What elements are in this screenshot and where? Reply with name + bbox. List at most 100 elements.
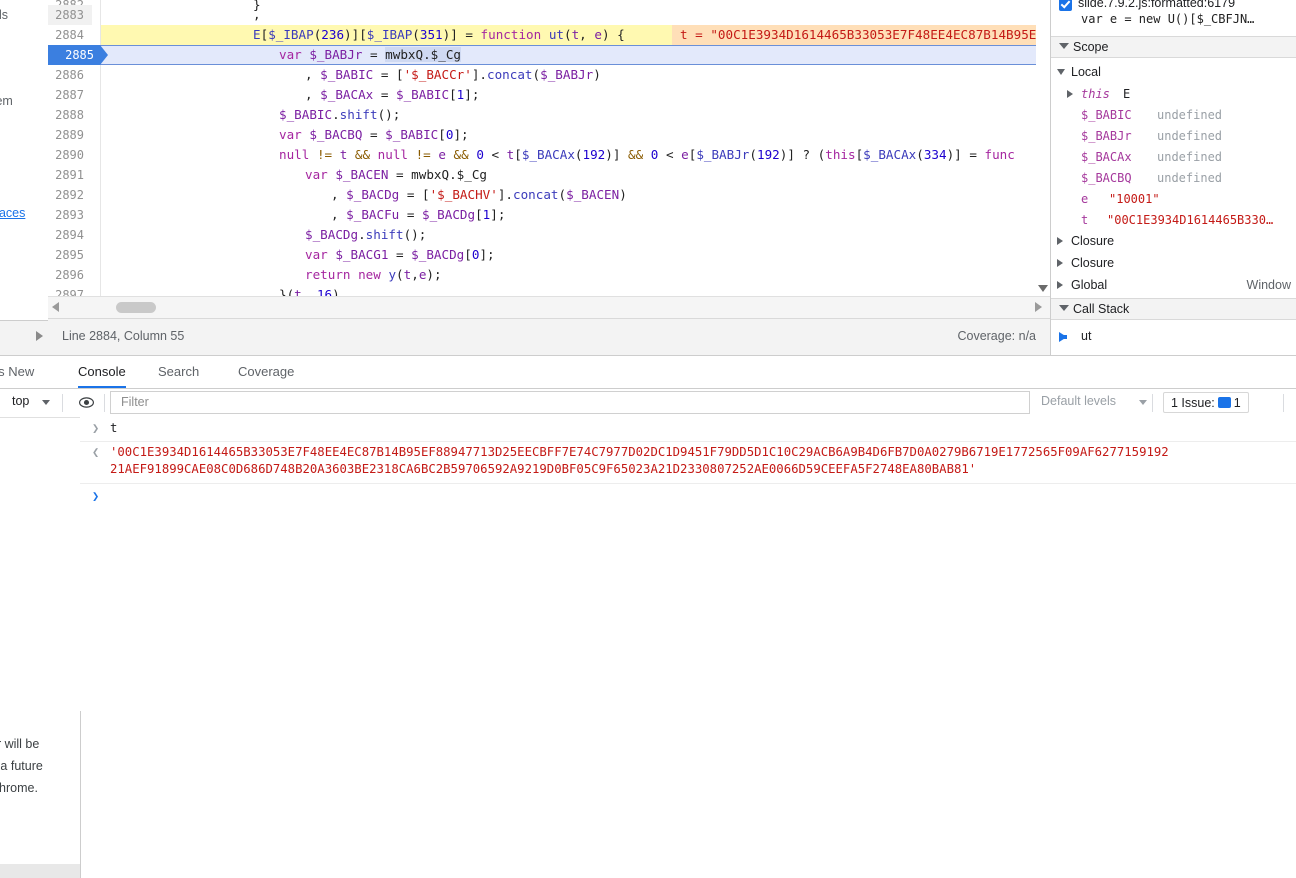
scope-group-closure-2[interactable]: Closure <box>1051 253 1296 274</box>
scope-var-row[interactable]: $_BABIC undefined <box>1051 105 1296 126</box>
code-line-executing: var $_BABJr = mwbxQ.$_Cg <box>279 47 461 62</box>
coverage-status[interactable]: Coverage: n/a <box>957 329 1036 343</box>
editor-horizontal-scrollbar[interactable] <box>48 296 1050 319</box>
chevron-right-icon[interactable] <box>1067 90 1073 98</box>
scope-group-global[interactable]: Global Window <box>1051 275 1296 296</box>
code-line: null != t && null != e && 0 < t[$_BACAx(… <box>279 147 1015 162</box>
output-arrow-icon: ❮ <box>92 445 100 459</box>
code-line: , $_BACFu = $_BACDg[1]; <box>331 207 506 222</box>
console-toolbar: top Filter Default levels 1 Issue: 1 <box>0 389 1296 418</box>
scope-var-row[interactable]: $_BABJr undefined <box>1051 126 1296 147</box>
scope-group-label: Global <box>1071 278 1108 292</box>
line-number[interactable]: 2887 <box>48 85 92 105</box>
scope-var-row[interactable]: $_BACBQ undefined <box>1051 168 1296 189</box>
scope-section-header[interactable]: Scope <box>1051 36 1296 58</box>
scope-local-label: Local <box>1071 65 1101 79</box>
scope-var-value: "00C1E3934D1614465B330… <box>1107 213 1274 227</box>
debugger-sidebar: slide.7.9.2.js:formatted:6179 var e = ne… <box>1050 0 1296 355</box>
scope-group-value: Window <box>1246 278 1291 292</box>
current-frame-arrow-icon <box>1059 332 1067 342</box>
notice-footer <box>0 864 80 878</box>
scope-var-name: this <box>1081 87 1110 101</box>
editor-status-bar: Line 2884, Column 55 Coverage: n/a <box>48 318 1050 355</box>
chevron-down-icon[interactable] <box>1139 400 1147 405</box>
chevron-right-icon[interactable] <box>1057 237 1063 245</box>
scope-var-name: e <box>1081 192 1089 206</box>
scope-var-row[interactable]: $_BACAx undefined <box>1051 147 1296 168</box>
left-strip-link-3[interactable]: paces <box>0 206 25 220</box>
left-strip-text-1: tem <box>0 94 13 108</box>
chevron-down-icon[interactable] <box>42 400 50 405</box>
toolbar-divider <box>62 394 63 412</box>
line-number[interactable]: 2886 <box>48 65 92 85</box>
line-number[interactable]: 2894 <box>48 225 92 245</box>
code-line: $_BACDg.shift(); <box>305 227 427 242</box>
log-levels-selector[interactable]: Default levels <box>1041 394 1116 408</box>
code-line: return new y(t,e); <box>305 267 442 282</box>
callstack-frame[interactable]: ut <box>1051 326 1296 347</box>
tab-coverage[interactable]: Coverage <box>238 356 294 388</box>
code-line: var $_BACEN = mwbxQ.$_Cg <box>305 167 487 182</box>
tab-whats-new[interactable]: t's New <box>0 356 34 388</box>
expand-right-icon[interactable] <box>36 331 43 341</box>
line-number[interactable]: 2888 <box>48 105 92 125</box>
notice-line-2: Chrome. <box>0 781 38 795</box>
line-number[interactable]: 2893 <box>48 205 92 225</box>
line-number[interactable]: 2896 <box>48 265 92 285</box>
console-sidebar-eye-icon[interactable] <box>79 397 94 408</box>
line-number[interactable]: 2892 <box>48 185 92 205</box>
chevron-down-icon[interactable] <box>1059 43 1069 49</box>
console-message-list: ❯ t ❮ '00C1E3934D1614465B33053E7F48EE4EC… <box>80 417 1296 523</box>
notice-line-0: ar will be <box>0 737 40 751</box>
bottom-left-notice-panel: ar will be n a future Chrome. <box>0 711 81 878</box>
scope-var-row[interactable]: t "00C1E3934D1614465B330… <box>1051 210 1296 231</box>
breakpoint-file-label[interactable]: slide.7.9.2.js:formatted:6179 <box>1078 0 1235 10</box>
tab-search[interactable]: Search <box>158 356 199 388</box>
line-number[interactable]: 2895 <box>48 245 92 265</box>
scroll-down-icon[interactable] <box>1038 285 1048 292</box>
scope-local-group[interactable]: Local <box>1051 62 1296 83</box>
breakpoint-code-snippet: var e = new U()[$_CBFJN… <box>1081 12 1255 26</box>
breakpoint-checkbox-icon[interactable] <box>1059 0 1072 11</box>
scope-var-name: $_BABJr <box>1081 129 1132 143</box>
console-filter-input[interactable]: Filter <box>110 391 1030 414</box>
message-divider <box>80 483 1296 484</box>
line-number[interactable]: 2889 <box>48 125 92 145</box>
code-line: , $_BACDg = ['$_BACHV'].concat($_BACEN) <box>331 187 627 202</box>
scope-var-this[interactable]: this E <box>1051 84 1296 105</box>
breakpoint-item[interactable]: slide.7.9.2.js:formatted:6179 var e = ne… <box>1051 0 1296 36</box>
line-number-executing[interactable]: 2885 <box>48 45 108 65</box>
line-number[interactable]: 2890 <box>48 145 92 165</box>
chevron-right-icon[interactable] <box>1057 281 1063 289</box>
toolbar-divider <box>104 394 105 412</box>
line-number[interactable]: 2884 <box>48 25 92 45</box>
code-line: , $_BACAx = $_BABIC[1]; <box>305 87 480 102</box>
scroll-left-icon[interactable] <box>52 302 59 312</box>
chevron-down-icon[interactable] <box>1059 305 1069 311</box>
chevron-down-icon[interactable] <box>1057 69 1065 75</box>
scope-var-row[interactable]: e "10001" <box>1051 189 1296 210</box>
code-line: var $_BACBQ = $_BABIC[0]; <box>279 127 469 142</box>
line-number[interactable]: 2883 <box>48 5 92 25</box>
scope-var-name: $_BABIC <box>1081 108 1132 122</box>
code-text-area[interactable]: } , E[$_IBAP(236)][$_IBAP(351)] = functi… <box>101 0 1050 318</box>
scope-group-closure-1[interactable]: Closure <box>1051 231 1296 252</box>
code-editor[interactable]: 2882 2883 2884 2885 2886 2887 2888 2889 … <box>48 0 1050 318</box>
scope-var-name: $_BACBQ <box>1081 171 1132 185</box>
cursor-position: Line 2884, Column 55 <box>62 329 185 343</box>
callstack-header-label: Call Stack <box>1073 302 1130 316</box>
issues-label: 1 Issue: <box>1171 396 1215 410</box>
line-number[interactable]: 2891 <box>48 165 92 185</box>
scope-var-value: E <box>1123 87 1131 101</box>
editor-vertical-scrollbar[interactable] <box>1036 0 1050 296</box>
chevron-right-icon[interactable] <box>1057 259 1063 267</box>
scroll-right-icon[interactable] <box>1035 302 1042 312</box>
callstack-section-header[interactable]: Call Stack <box>1051 298 1296 320</box>
toolbar-divider <box>1152 394 1153 412</box>
devtools-window: ols tem n e t paces 2882 2883 2884 2885 … <box>0 0 1296 878</box>
scope-var-value: undefined <box>1157 129 1223 143</box>
execution-context-selector[interactable]: top <box>12 394 29 408</box>
tab-console[interactable]: Console <box>78 356 126 388</box>
issues-badge[interactable]: 1 Issue: 1 <box>1163 392 1249 413</box>
hscroll-thumb[interactable] <box>116 302 156 313</box>
